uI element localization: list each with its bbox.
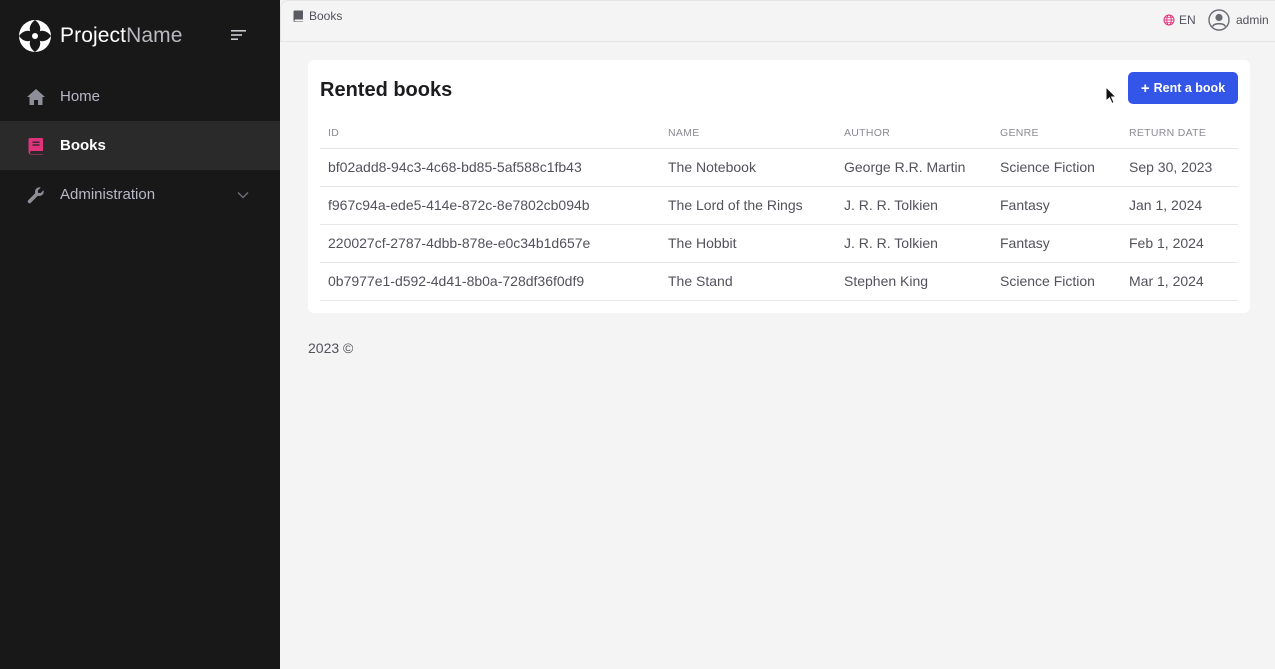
column-header-name[interactable]: NAME [660,118,836,149]
user-name: admin [1236,13,1269,27]
sidebar-item-label: Home [60,88,101,105]
brand-name-bold: Project [60,24,127,47]
cell-id: f967c94a-ede5-414e-872c-8e7802cb094b [320,186,660,225]
breadcrumb: Books [293,9,342,23]
sidebar-item-administration[interactable]: Administration [0,170,280,219]
table-row[interactable]: 220027cf-2787-4dbb-878e-e0c34b1d657e The… [320,224,1238,263]
wrench-icon [26,185,46,205]
mouse-cursor-icon [1105,86,1117,105]
rent-a-book-label: Rent a book [1153,81,1226,95]
cell-genre: Fantasy [992,186,1121,225]
cell-genre: Fantasy [992,224,1121,263]
cell-id: 220027cf-2787-4dbb-878e-e0c34b1d657e [320,224,660,263]
sidebar-collapse-icon[interactable] [228,26,250,44]
user-menu[interactable]: admin [1208,9,1269,31]
column-header-author[interactable]: AUTHOR [836,118,992,149]
column-header-id[interactable]: ID [320,118,660,149]
cell-name: The Lord of the Rings [660,186,836,225]
cell-name: The Notebook [660,148,836,187]
cell-author: J. R. R. Tolkien [836,224,992,263]
logo-icon [19,20,51,52]
sidebar-item-books[interactable]: Books [0,121,280,170]
cell-id: 0b7977e1-d592-4d41-8b0a-728df36f0df9 [320,262,660,301]
sidebar-item-home[interactable]: Home [0,72,280,121]
chevron-down-icon[interactable] [236,188,250,202]
cell-name: The Hobbit [660,224,836,263]
rent-a-book-button[interactable]: + Rent a book [1128,72,1238,104]
home-icon [26,87,46,107]
table-row[interactable]: bf02add8-94c3-4c68-bd85-5af588c1fb43 The… [320,148,1238,187]
cell-return-date: Sep 30, 2023 [1121,148,1238,187]
sidebar-item-label: Administration [60,186,156,203]
cell-name: The Stand [660,262,836,301]
footer-copyright: 2023 © [308,340,354,356]
books-table: ID NAME AUTHOR GENRE RETURN DATE bf02add… [320,118,1238,301]
table-row[interactable]: 0b7977e1-d592-4d41-8b0a-728df36f0df9 The… [320,262,1238,301]
globe-icon [1163,14,1175,26]
language-label: EN [1179,13,1196,27]
cell-id: bf02add8-94c3-4c68-bd85-5af588c1fb43 [320,148,660,187]
cell-return-date: Jan 1, 2024 [1121,186,1238,225]
user-avatar-icon [1208,9,1230,31]
cell-author: George R.R. Martin [836,148,992,187]
table-row[interactable]: f967c94a-ede5-414e-872c-8e7802cb094b The… [320,186,1238,225]
topbar: Books EN admin [280,0,1275,42]
brand[interactable]: ProjectName [18,18,182,54]
column-header-return-date[interactable]: RETURN DATE [1121,118,1238,149]
brand-name: ProjectName [60,24,182,48]
book-icon [293,10,303,22]
sidebar: ProjectName Home Books Administration [0,0,280,669]
page-title: Rented books [320,79,453,101]
sidebar-item-label: Books [60,137,106,154]
brand-name-light: Name [126,24,183,47]
sidebar-nav: Home Books Administration [0,72,280,219]
cell-author: Stephen King [836,262,992,301]
book-icon [26,136,46,156]
plus-icon: + [1140,79,1150,97]
column-header-genre[interactable]: GENRE [992,118,1121,149]
cell-return-date: Mar 1, 2024 [1121,262,1238,301]
table-header-row: ID NAME AUTHOR GENRE RETURN DATE [320,118,1238,149]
cell-genre: Science Fiction [992,148,1121,187]
breadcrumb-current[interactable]: Books [309,9,342,23]
cell-author: J. R. R. Tolkien [836,186,992,225]
language-switcher[interactable]: EN [1163,13,1196,27]
cell-genre: Science Fiction [992,262,1121,301]
cell-return-date: Feb 1, 2024 [1121,224,1238,263]
